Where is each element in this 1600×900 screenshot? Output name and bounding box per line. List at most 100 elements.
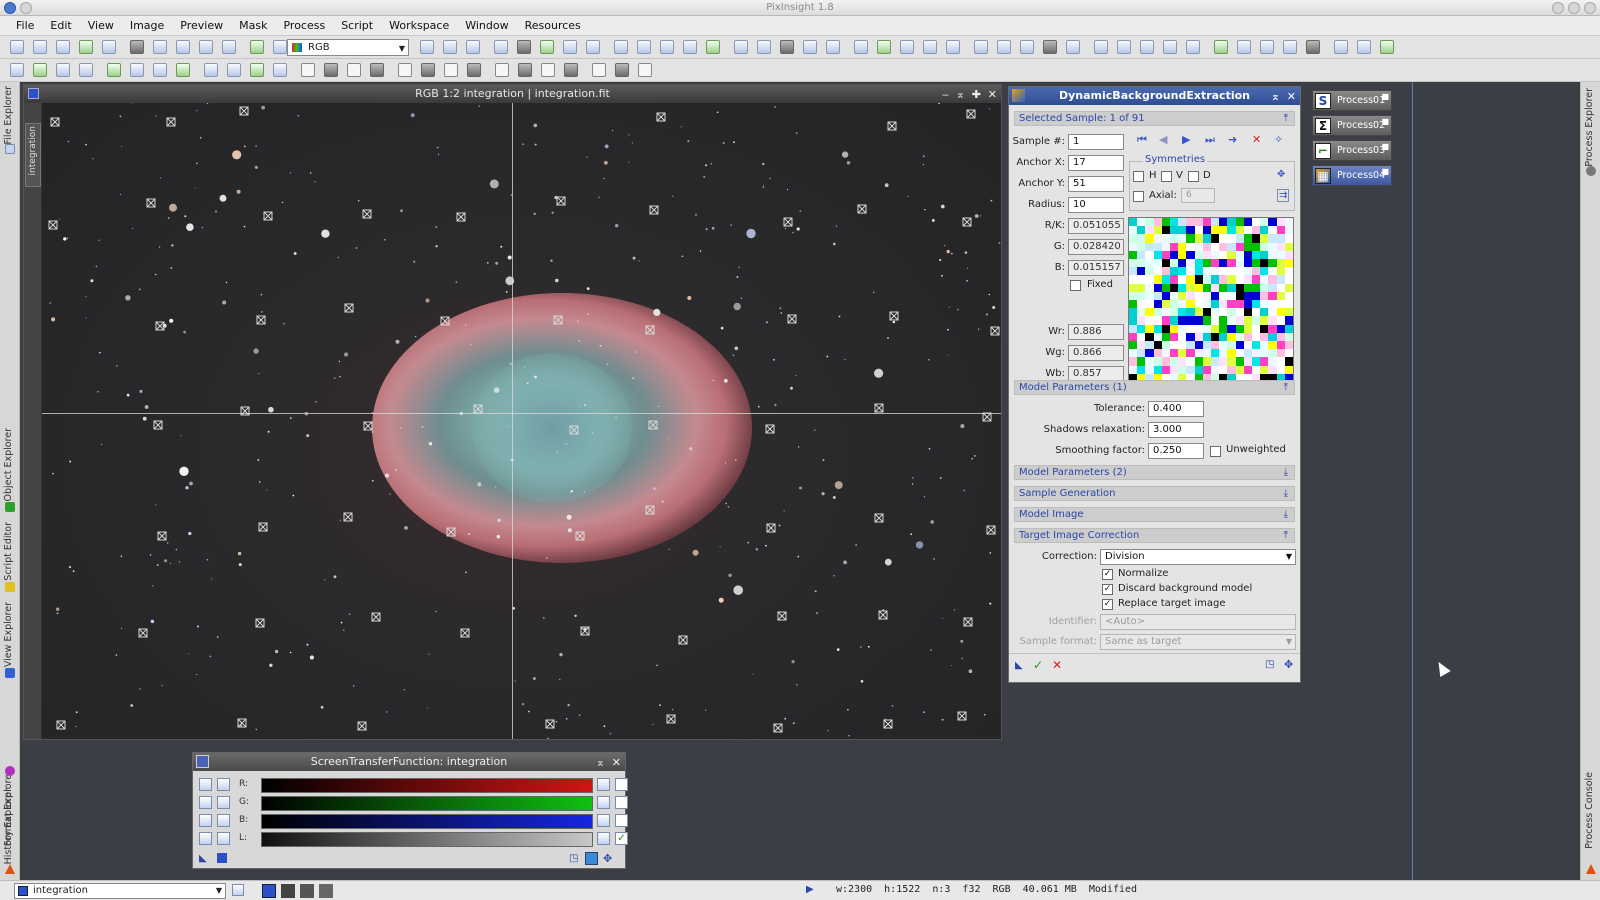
axial-checkbox[interactable] xyxy=(1133,191,1144,202)
view-tab[interactable]: integration xyxy=(25,123,41,187)
toolbar-tool-icon[interactable] xyxy=(683,40,697,54)
menu-file[interactable]: File xyxy=(8,16,42,36)
shade-icon[interactable]: ⌅ xyxy=(1271,88,1280,106)
stf-zoom-out-icon[interactable] xyxy=(217,814,230,827)
stf-track-icon[interactable] xyxy=(615,796,628,809)
toolbar-tool-icon[interactable] xyxy=(176,63,190,77)
toolbar-tool-icon[interactable] xyxy=(615,63,629,77)
model-params-1-section[interactable]: Model Parameters (1) ⤒ xyxy=(1014,380,1295,395)
toolbar-tool-icon[interactable] xyxy=(1334,40,1348,54)
toolbar-tool-icon[interactable] xyxy=(1283,40,1297,54)
stf-reset-icon[interactable] xyxy=(597,832,610,845)
toolbar-tool-icon[interactable] xyxy=(1094,40,1108,54)
toolbar-tool-icon[interactable] xyxy=(273,63,287,77)
toolbar-tool-icon[interactable] xyxy=(541,63,555,77)
browse-doc-icon[interactable]: ◳ xyxy=(569,853,578,864)
channel-select[interactable]: RGB ▼ xyxy=(287,39,409,56)
toolbar-tool-icon[interactable] xyxy=(1357,40,1371,54)
anchor-x-field[interactable]: 17 xyxy=(1068,155,1124,171)
toolbar-tool-icon[interactable] xyxy=(495,63,509,77)
rgb-view-icon[interactable] xyxy=(130,40,144,54)
model-params-2-section[interactable]: Model Parameters (2) ⤓ xyxy=(1014,465,1295,480)
process-explorer-tab[interactable]: Process Explorer xyxy=(1584,88,1595,167)
process-icon-02[interactable]: Σ Process02 ■ xyxy=(1312,115,1392,136)
stf-auto-icon[interactable] xyxy=(199,814,212,827)
app-menu-icon[interactable] xyxy=(4,2,16,14)
target-correction-section[interactable]: Target Image Correction ⤒ xyxy=(1014,528,1295,543)
unweighted-checkbox[interactable] xyxy=(1210,446,1221,457)
menu-edit[interactable]: Edit xyxy=(42,16,79,36)
browse-doc-icon[interactable]: ◳ xyxy=(1265,659,1274,670)
toolbar-tool-icon[interactable] xyxy=(398,63,412,77)
history-explorer-tab[interactable]: History Explorer xyxy=(3,788,14,864)
file-explorer-tab[interactable]: File Explorer xyxy=(3,86,14,144)
toolbar-tool-icon[interactable] xyxy=(33,63,47,77)
toolbar-tool-icon[interactable] xyxy=(660,40,674,54)
toolbar-tool-icon[interactable] xyxy=(444,63,458,77)
toolbar-tool-icon[interactable] xyxy=(301,63,315,77)
view-list-icon[interactable] xyxy=(232,884,244,896)
stf-reset-icon[interactable] xyxy=(597,796,610,809)
toolbar-tool-icon[interactable] xyxy=(706,40,720,54)
toolbar-tool-icon[interactable] xyxy=(1043,40,1057,54)
close-icon[interactable]: ✕ xyxy=(612,754,621,772)
anchor-y-field[interactable]: 51 xyxy=(1068,176,1124,192)
undo-icon[interactable] xyxy=(10,40,24,54)
toolbar-tool-icon[interactable] xyxy=(780,40,794,54)
sample-format-select[interactable]: Same as target ▼ xyxy=(1100,634,1296,650)
next-sample-icon[interactable]: ▶ xyxy=(1182,133,1190,146)
toolbar-tool-icon[interactable] xyxy=(564,63,578,77)
selected-sample-section[interactable]: Selected Sample: 1 of 91 ⤒ xyxy=(1014,111,1295,126)
maximize-icon[interactable]: ✚ xyxy=(972,86,981,104)
stf-boost-icon[interactable] xyxy=(615,814,628,827)
toolbar-tool-icon[interactable] xyxy=(826,40,840,54)
model-image-section[interactable]: Model Image ⤓ xyxy=(1014,507,1295,522)
object-explorer-tab[interactable]: Object Explorer xyxy=(3,428,14,502)
stf-reset-icon[interactable] xyxy=(597,778,610,791)
image-canvas[interactable] xyxy=(42,103,1001,739)
symmetry-apply-icon[interactable]: ⇉ xyxy=(1277,189,1290,202)
toolbar-tool-icon[interactable] xyxy=(1380,40,1394,54)
apply-global-icon[interactable] xyxy=(217,853,227,863)
toolbar-tool-icon[interactable] xyxy=(563,40,577,54)
symmetry-d-checkbox[interactable] xyxy=(1188,171,1199,182)
toolbar-tool-icon[interactable] xyxy=(273,40,287,54)
toolbar-tool-icon[interactable] xyxy=(586,40,600,54)
display-blue-icon[interactable] xyxy=(319,884,333,898)
toolbar-tool-icon[interactable] xyxy=(1214,40,1228,54)
shade-icon[interactable]: ⌅ xyxy=(596,754,605,772)
toolbar-tool-icon[interactable] xyxy=(222,40,236,54)
process-icon-04[interactable]: ▦ Process04 ■ xyxy=(1312,165,1392,186)
tolerance-field[interactable]: 0.400 xyxy=(1148,401,1204,417)
sample-generation-section[interactable]: Sample Generation ⤓ xyxy=(1014,486,1295,501)
toolbar-tool-icon[interactable] xyxy=(637,40,651,54)
view-explorer-tab[interactable]: View Explorer xyxy=(3,602,14,667)
menu-workspace[interactable]: Workspace xyxy=(381,16,457,36)
toolbar-tool-icon[interactable] xyxy=(803,40,817,54)
toolbar-tool-icon[interactable] xyxy=(494,40,508,54)
play-icon[interactable]: ▶ xyxy=(806,884,814,895)
toolbar-tool-icon[interactable] xyxy=(1020,40,1034,54)
cancel-icon[interactable]: ✕ xyxy=(1052,658,1062,672)
menu-view[interactable]: View xyxy=(80,16,122,36)
reset-icon[interactable]: ✥ xyxy=(603,852,612,865)
menu-process[interactable]: Process xyxy=(275,16,333,36)
toolbar-tool-icon[interactable] xyxy=(734,40,748,54)
toolbar-tool-icon[interactable] xyxy=(443,40,457,54)
toolbar-tool-icon[interactable] xyxy=(540,40,554,54)
toolbar-tool-icon[interactable] xyxy=(923,40,937,54)
radius-field[interactable]: 10 xyxy=(1068,197,1124,213)
stf-edit-icon[interactable] xyxy=(199,796,212,809)
normalize-checkbox[interactable]: ✓ xyxy=(1102,569,1113,580)
toolbar-tool-icon[interactable] xyxy=(854,40,868,54)
view-select[interactable]: integration ▼ xyxy=(14,883,226,899)
minimize-button[interactable] xyxy=(1552,2,1564,14)
delete-sample-icon[interactable]: ✕ xyxy=(1252,133,1261,146)
symmetry-center-icon[interactable]: ✥ xyxy=(1277,169,1285,180)
toolbar-tool-icon[interactable] xyxy=(518,63,532,77)
toolbar-tool-icon[interactable] xyxy=(900,40,914,54)
menu-image[interactable]: Image xyxy=(122,16,172,36)
target-icon[interactable]: ✧ xyxy=(1274,133,1283,146)
axial-spinbox[interactable]: 6 xyxy=(1181,188,1215,203)
last-sample-icon[interactable]: ⏭ xyxy=(1205,133,1215,147)
